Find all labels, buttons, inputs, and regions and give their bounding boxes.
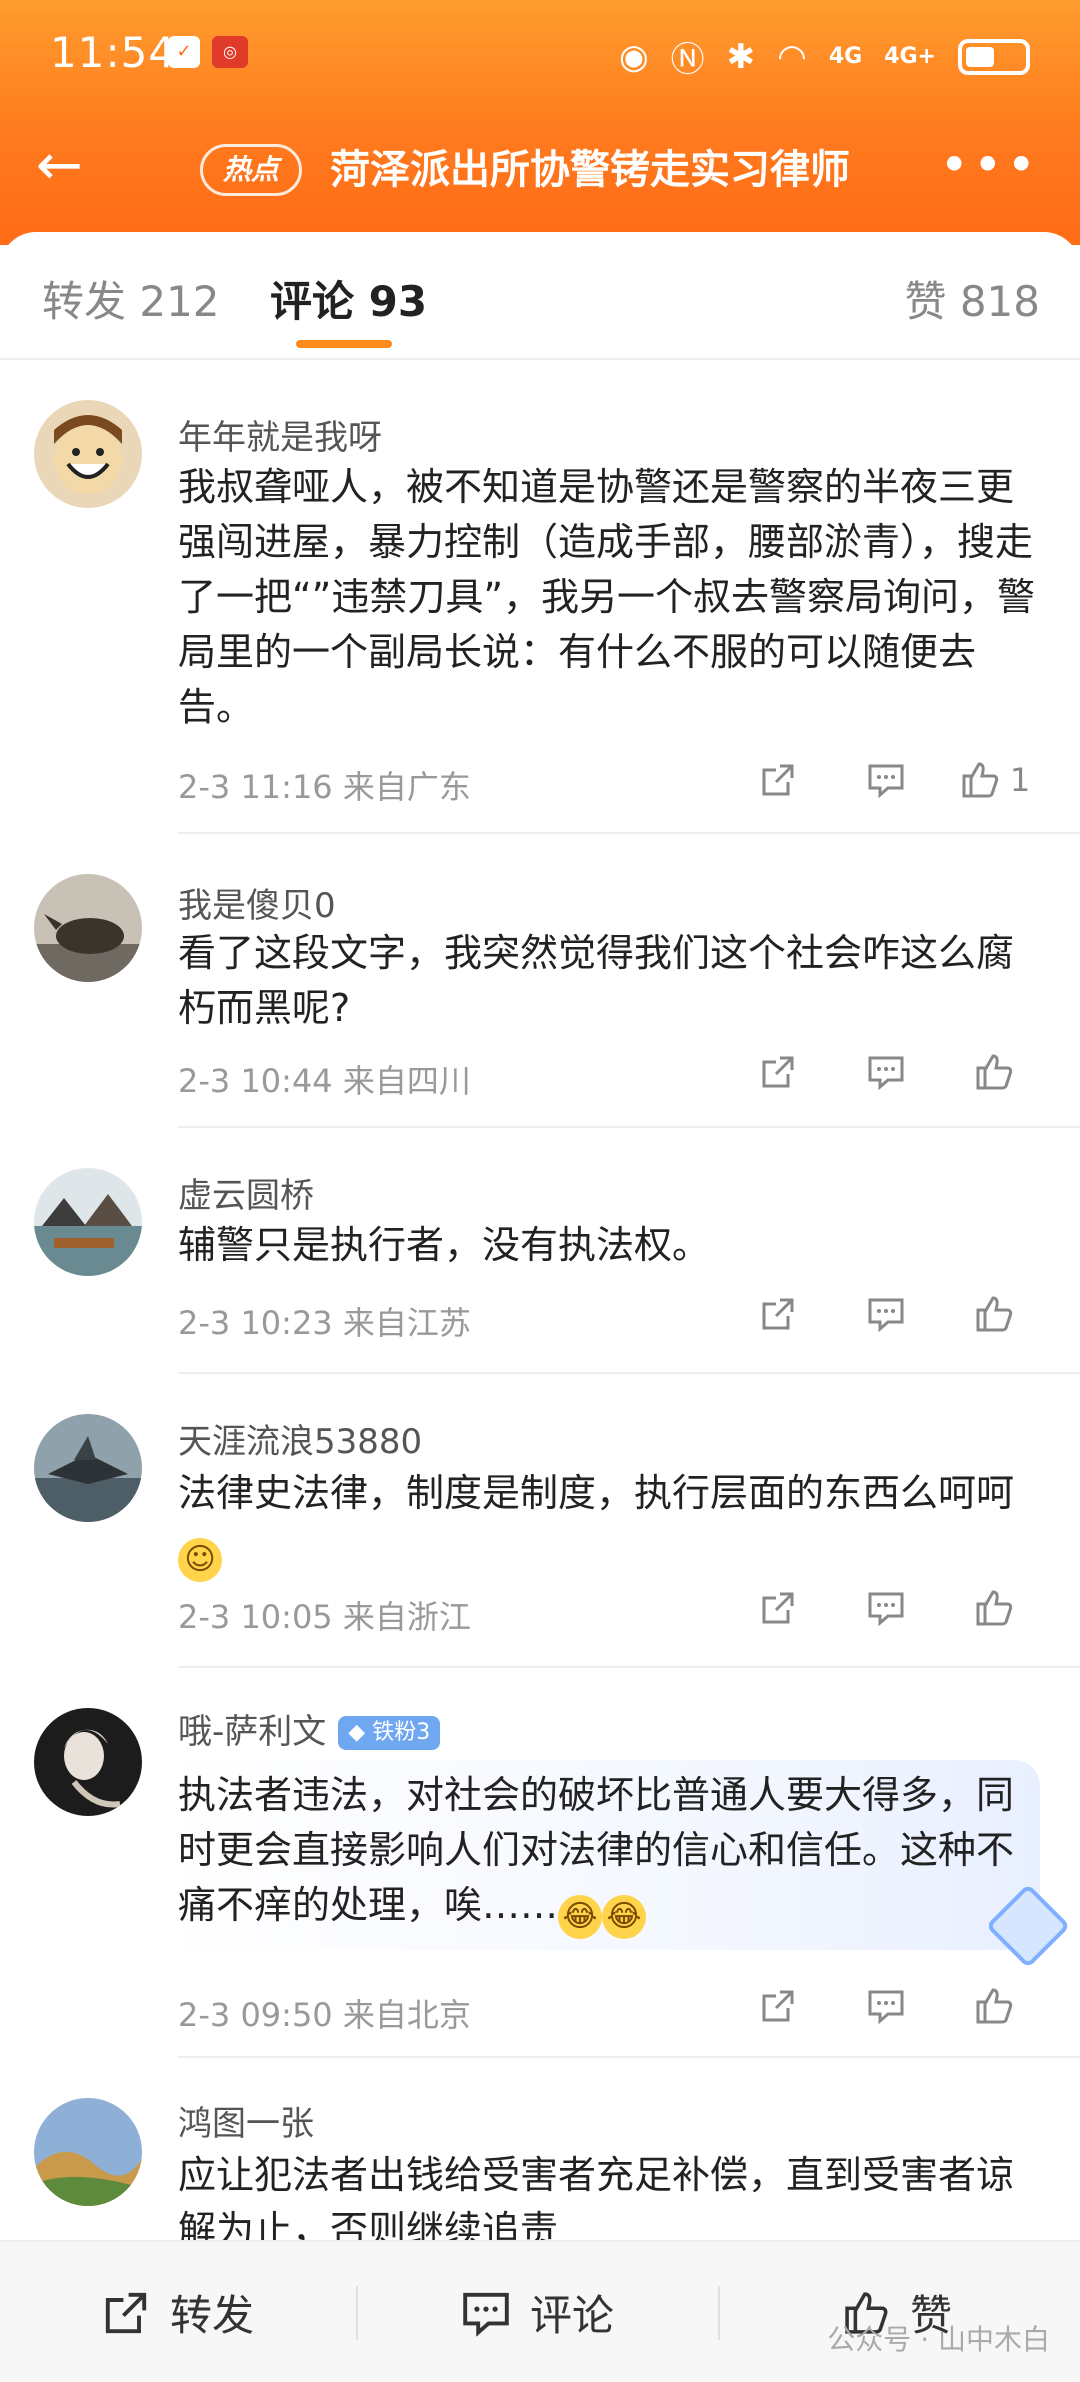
- separator: [718, 2286, 720, 2340]
- nav-bar: ← 热点 菏泽派出所协警铐走实习律师 •••: [0, 120, 1080, 220]
- avatar[interactable]: [34, 1168, 142, 1276]
- like-count: 1: [1009, 761, 1031, 799]
- header: 11:54 ✓ ◎ ◉ Ⓝ ✱ ◠ 4G 4G+ ← 热点 菏泽派出所协警铐走实…: [0, 0, 1080, 245]
- like-icon[interactable]: 1: [948, 756, 1040, 804]
- notification-icon: ✓: [168, 36, 200, 68]
- bottom-action-bar: 转发 评论 赞 公众号 · 山中木白: [0, 2240, 1080, 2382]
- repost-icon[interactable]: [732, 1982, 824, 2030]
- separator: [356, 2286, 358, 2340]
- comment-icon: [463, 2292, 509, 2337]
- like-icon[interactable]: [948, 1048, 1040, 1096]
- comment-actions: [732, 1982, 1040, 2030]
- battery-icon: [958, 38, 1030, 75]
- watermark: 公众号 · 山中木白: [827, 2323, 1050, 2356]
- tab-bar: 转发 212 评论 93 赞 818: [0, 232, 1080, 360]
- repost-icon: [105, 2292, 147, 2333]
- comment-actions: [732, 1584, 1040, 1632]
- network-label-2: 4G+: [884, 44, 936, 69]
- comment-text: 应让犯法者出钱给受害者充足补偿，直到受害者谅解为止，否则继续追责: [178, 2153, 1015, 2242]
- cry-laugh-emoji-icon: 😂: [602, 1895, 647, 1939]
- comment-list: 年年就是我呀 我叔聋哑人，被不知道是协警还是警察的半夜三更强闯进屋，暴力控制（造…: [0, 360, 1080, 2242]
- comment-actions: [732, 1048, 1040, 1096]
- comment-time: 2-3 09:50 来自北京: [178, 1996, 471, 2034]
- wifi-icon: ◠: [777, 36, 807, 77]
- avatar[interactable]: [34, 874, 142, 982]
- page-title: 菏泽派出所协警铐走实习律师: [330, 147, 850, 193]
- status-time: 11:54: [50, 28, 177, 77]
- comment-time: 2-3 10:05 来自浙江: [178, 1598, 471, 1636]
- repost-icon[interactable]: [732, 1290, 824, 1338]
- like-icon[interactable]: [948, 1584, 1040, 1632]
- comment-icon[interactable]: [840, 1584, 932, 1632]
- avatar[interactable]: [34, 2098, 142, 2206]
- comment-text: 看了这段文字，我突然觉得我们这个社会咋这么腐朽而黑呢?: [178, 931, 1015, 1030]
- cry-laugh-emoji-icon: 😂: [558, 1895, 603, 1939]
- comment-username-text[interactable]: 哦-萨利文: [178, 1712, 326, 1752]
- repost-icon[interactable]: [732, 756, 824, 804]
- bottom-repost-button[interactable]: 转发: [100, 2282, 254, 2343]
- comment-username[interactable]: 哦-萨利文 ◆ 铁粉3: [178, 1704, 441, 1753]
- comment-item: 虚云圆桥 辅警只是执行者，没有执法权。 2-3 10:23 来自江苏: [0, 1128, 1080, 1374]
- like-icon[interactable]: [948, 1982, 1040, 2030]
- content-sheet: 转发 212 评论 93 赞 818 年年就是我呀 我叔聋哑人，被不知道是协警还…: [0, 232, 1080, 2382]
- back-arrow-icon[interactable]: ←: [36, 138, 106, 198]
- comment-item: 年年就是我呀 我叔聋哑人，被不知道是协警还是警察的半夜三更强闯进屋，暴力控制（造…: [0, 360, 1080, 806]
- avatar[interactable]: [34, 1708, 142, 1816]
- active-tab-indicator: [296, 340, 392, 348]
- fan-badge: ◆ 铁粉3: [338, 1716, 441, 1750]
- repost-icon[interactable]: [732, 1048, 824, 1096]
- comment-time: 2-3 10:44 来自四川: [178, 1062, 471, 1100]
- comment-item: 天涯流浪53880 法律史法律，制度是制度，执行层面的东西么呵呵 ☺ 2-3 10…: [0, 1374, 1080, 1668]
- comment-item: 我是傻贝0 看了这段文字，我突然觉得我们这个社会咋这么腐朽而黑呢? 2-3 10…: [0, 834, 1080, 1128]
- status-icons: ◉ Ⓝ ✱ ◠ 4G 4G+: [619, 32, 1030, 81]
- comment-username[interactable]: 天涯流浪53880: [178, 1414, 422, 1463]
- comment-icon[interactable]: [840, 1290, 932, 1338]
- comment-text-content: 法律史法律，制度是制度，执行层面的东西么呵呵: [178, 1471, 1015, 1515]
- comment-time: 2-3 10:23 来自江苏: [178, 1304, 471, 1342]
- nfc-icon: Ⓝ: [670, 40, 705, 80]
- comment-username[interactable]: 年年就是我呀: [178, 410, 382, 459]
- comment-item: 哦-萨利文 ◆ 铁粉3 执法者违法，对社会的破坏比普通人要大得多，同时更会直接影响…: [0, 1668, 1080, 2058]
- weibo-notification-icon: ◎: [212, 36, 248, 68]
- bluetooth-icon: ✱: [726, 36, 756, 77]
- like-icon[interactable]: [948, 1290, 1040, 1338]
- hot-tag[interactable]: 热点: [200, 144, 303, 196]
- comment-text: 我叔聋哑人，被不知道是协警还是警察的半夜三更强闯进屋，暴力控制（造成手部，腰部淤…: [178, 465, 1036, 729]
- comment-icon[interactable]: [840, 1048, 932, 1096]
- comment-text: 执法者违法，对社会的破坏比普通人要大得多，同时更会直接影响人们对法律的信心和信任…: [178, 1768, 1018, 1939]
- comment-username[interactable]: 虚云圆桥: [178, 1168, 314, 1217]
- bottom-comment-label: 评论: [530, 2291, 615, 2340]
- comment-username[interactable]: 我是傻贝0: [178, 878, 336, 927]
- comment-icon[interactable]: [840, 1982, 932, 2030]
- repost-icon[interactable]: [732, 1584, 824, 1632]
- tab-repost[interactable]: 转发 212: [42, 268, 220, 329]
- comment-time: 2-3 11:16 来自广东: [178, 768, 471, 806]
- tab-like[interactable]: 赞 818: [904, 268, 1040, 329]
- comment-icon[interactable]: [840, 756, 932, 804]
- bottom-comment-button[interactable]: 评论: [460, 2282, 614, 2343]
- comment-actions: [732, 1290, 1040, 1338]
- comment-text: 辅警只是执行者，没有执法权。: [178, 1223, 711, 1267]
- comment-item: 鸿图一张 应让犯法者出钱给受害者充足补偿，直到受害者谅解为止，否则继续追责: [0, 2058, 1080, 2242]
- comment-username[interactable]: 鸿图一张: [178, 2096, 314, 2145]
- fan-badge-label: 铁粉3: [372, 1720, 431, 1745]
- smile-emoji-icon: ☺: [178, 1538, 222, 1582]
- status-bar: 11:54 ✓ ◎ ◉ Ⓝ ✱ ◠ 4G 4G+: [0, 0, 1080, 110]
- avatar[interactable]: [34, 400, 142, 508]
- comment-actions: 1: [732, 756, 1040, 804]
- more-icon[interactable]: •••: [940, 140, 1040, 190]
- comment-text: 法律史法律，制度是制度，执行层面的东西么呵呵 ☺: [178, 1466, 1038, 1582]
- avatar[interactable]: [34, 1414, 142, 1522]
- bottom-repost-label: 转发: [170, 2291, 255, 2340]
- network-label: 4G: [828, 44, 863, 69]
- eye-icon: ◉: [618, 36, 649, 77]
